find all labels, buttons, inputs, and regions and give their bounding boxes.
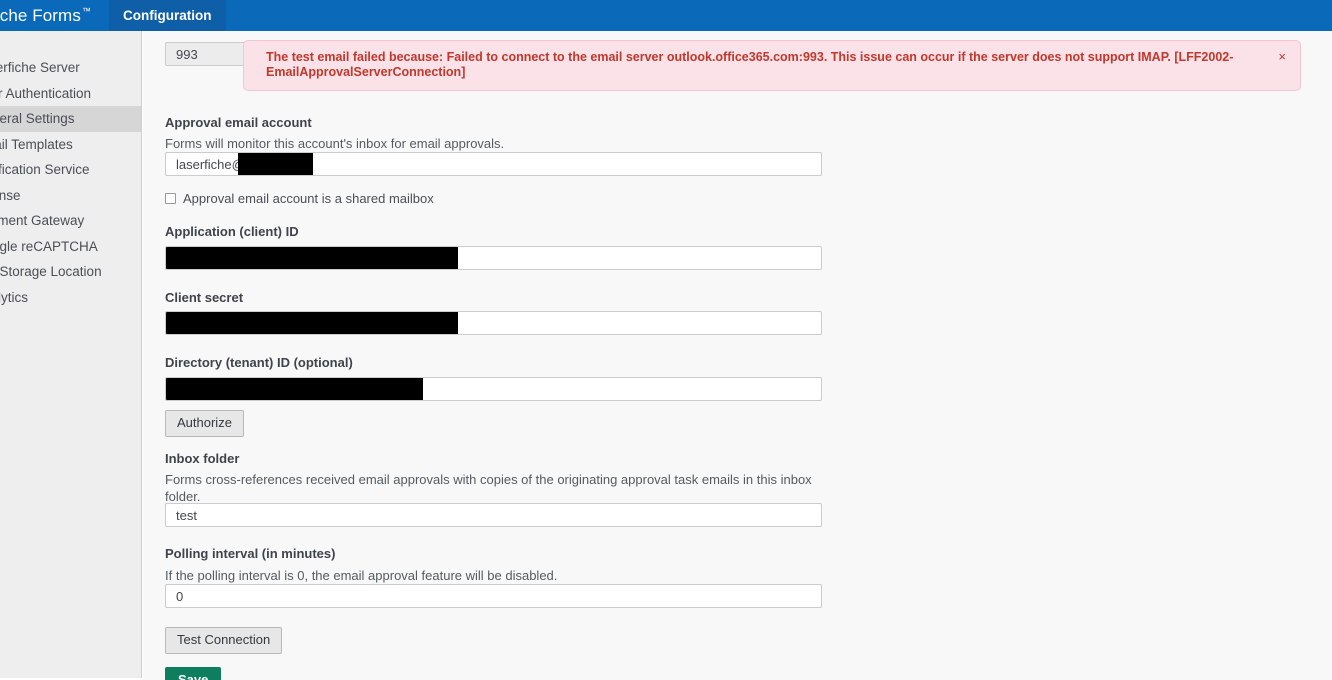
close-icon[interactable]: × — [1278, 50, 1286, 64]
redaction-bar — [238, 153, 313, 175]
sidebar-item-license[interactable]: License — [0, 183, 141, 209]
inbox-folder-help: Forms cross-references received email ap… — [165, 472, 812, 504]
tab-configuration-label: Configuration — [123, 8, 212, 23]
client-secret-input[interactable] — [165, 311, 822, 335]
sidebar-item-label: Notification Service — [0, 162, 90, 178]
sidebar-item-payment-gateway[interactable]: Payment Gateway — [0, 208, 141, 234]
tenant-id-input[interactable] — [165, 377, 822, 401]
polling-interval-label: Polling interval (in minutes) — [165, 546, 336, 561]
sidebar-item-general-settings[interactable]: General Settings — [0, 106, 141, 132]
shared-mailbox-label: Approval email account is a shared mailb… — [183, 191, 434, 206]
sidebar-item-email-templates[interactable]: Email Templates — [0, 132, 141, 158]
sidebar-nav-list: Laserfiche Server User Authentication Ge… — [0, 31, 141, 310]
port-input-value: 993 — [176, 46, 198, 62]
polling-interval-value: 0 — [176, 588, 184, 604]
sidebar-item-label: License — [0, 187, 21, 203]
test-connection-button-label: Test Connection — [177, 632, 271, 647]
approval-email-account-label: Approval email account — [165, 115, 312, 130]
sidebar-item-label: Email Templates — [0, 136, 73, 152]
save-button[interactable]: Save — [165, 667, 222, 680]
inbox-folder-label: Inbox folder — [165, 451, 240, 466]
sidebar-item-label: Payment Gateway — [0, 213, 85, 229]
approval-email-account-value: laserfiche@ — [176, 156, 245, 172]
sidebar-item-label: General Settings — [0, 111, 75, 127]
approval-email-account-input[interactable]: laserfiche@ — [165, 152, 822, 176]
sidebar-item-label: File Storage Location — [0, 264, 102, 280]
save-button-label: Save — [178, 672, 209, 680]
sidebar-item-laserfiche-server[interactable]: Laserfiche Server — [0, 55, 141, 81]
top-navigation-bar: Laserfiche Forms™ Configuration — [0, 0, 1332, 31]
tenant-id-label: Directory (tenant) ID (optional) — [165, 355, 353, 370]
sidebar-item-google-recaptcha[interactable]: Google reCAPTCHA — [0, 234, 141, 260]
settings-content-panel: 993 Approval email account Forms will mo… — [143, 31, 1332, 680]
sidebar-item-label: Google reCAPTCHA — [0, 238, 98, 254]
sidebar-item-label: User Authentication — [0, 85, 92, 101]
redaction-bar — [166, 378, 423, 400]
error-banner: The test email failed because: Failed to… — [243, 40, 1301, 91]
sidebar-item-user-authentication[interactable]: User Authentication — [0, 81, 141, 107]
sidebar-item-label: Laserfiche Server — [0, 60, 80, 76]
authorize-button-label: Authorize — [177, 415, 232, 430]
redaction-bar — [166, 312, 458, 334]
polling-interval-input[interactable]: 0 — [165, 584, 822, 608]
redaction-bar — [166, 247, 458, 269]
app-logo-text: Laserfiche Forms — [0, 5, 81, 25]
sidebar-item-file-storage-location[interactable]: File Storage Location — [0, 259, 141, 285]
client-id-label: Application (client) ID — [165, 224, 299, 239]
client-secret-label: Client secret — [165, 290, 244, 305]
tab-configuration[interactable]: Configuration — [109, 0, 226, 31]
approval-email-account-help: Forms will monitor this account's inbox … — [165, 136, 505, 151]
inbox-folder-input[interactable]: test — [165, 503, 822, 527]
error-banner-message: The test email failed because: Failed to… — [266, 50, 1234, 79]
settings-sidebar: Laserfiche Server User Authentication Ge… — [0, 31, 142, 678]
sidebar-item-label: Analytics — [0, 289, 29, 305]
shared-mailbox-checkbox-row[interactable]: Approval email account is a shared mailb… — [165, 191, 434, 206]
sidebar-item-notification-service[interactable]: Notification Service — [0, 157, 141, 183]
trademark-symbol: ™ — [81, 5, 92, 16]
polling-interval-help: If the polling interval is 0, the email … — [165, 568, 558, 583]
app-logo[interactable]: Laserfiche Forms™ — [0, 0, 91, 31]
authorize-button[interactable]: Authorize — [165, 410, 244, 437]
inbox-folder-value: test — [176, 507, 197, 523]
test-connection-button[interactable]: Test Connection — [165, 627, 283, 654]
client-id-input[interactable] — [165, 246, 822, 270]
sidebar-item-analytics[interactable]: Analytics — [0, 285, 141, 311]
checkbox-icon[interactable] — [165, 193, 176, 204]
